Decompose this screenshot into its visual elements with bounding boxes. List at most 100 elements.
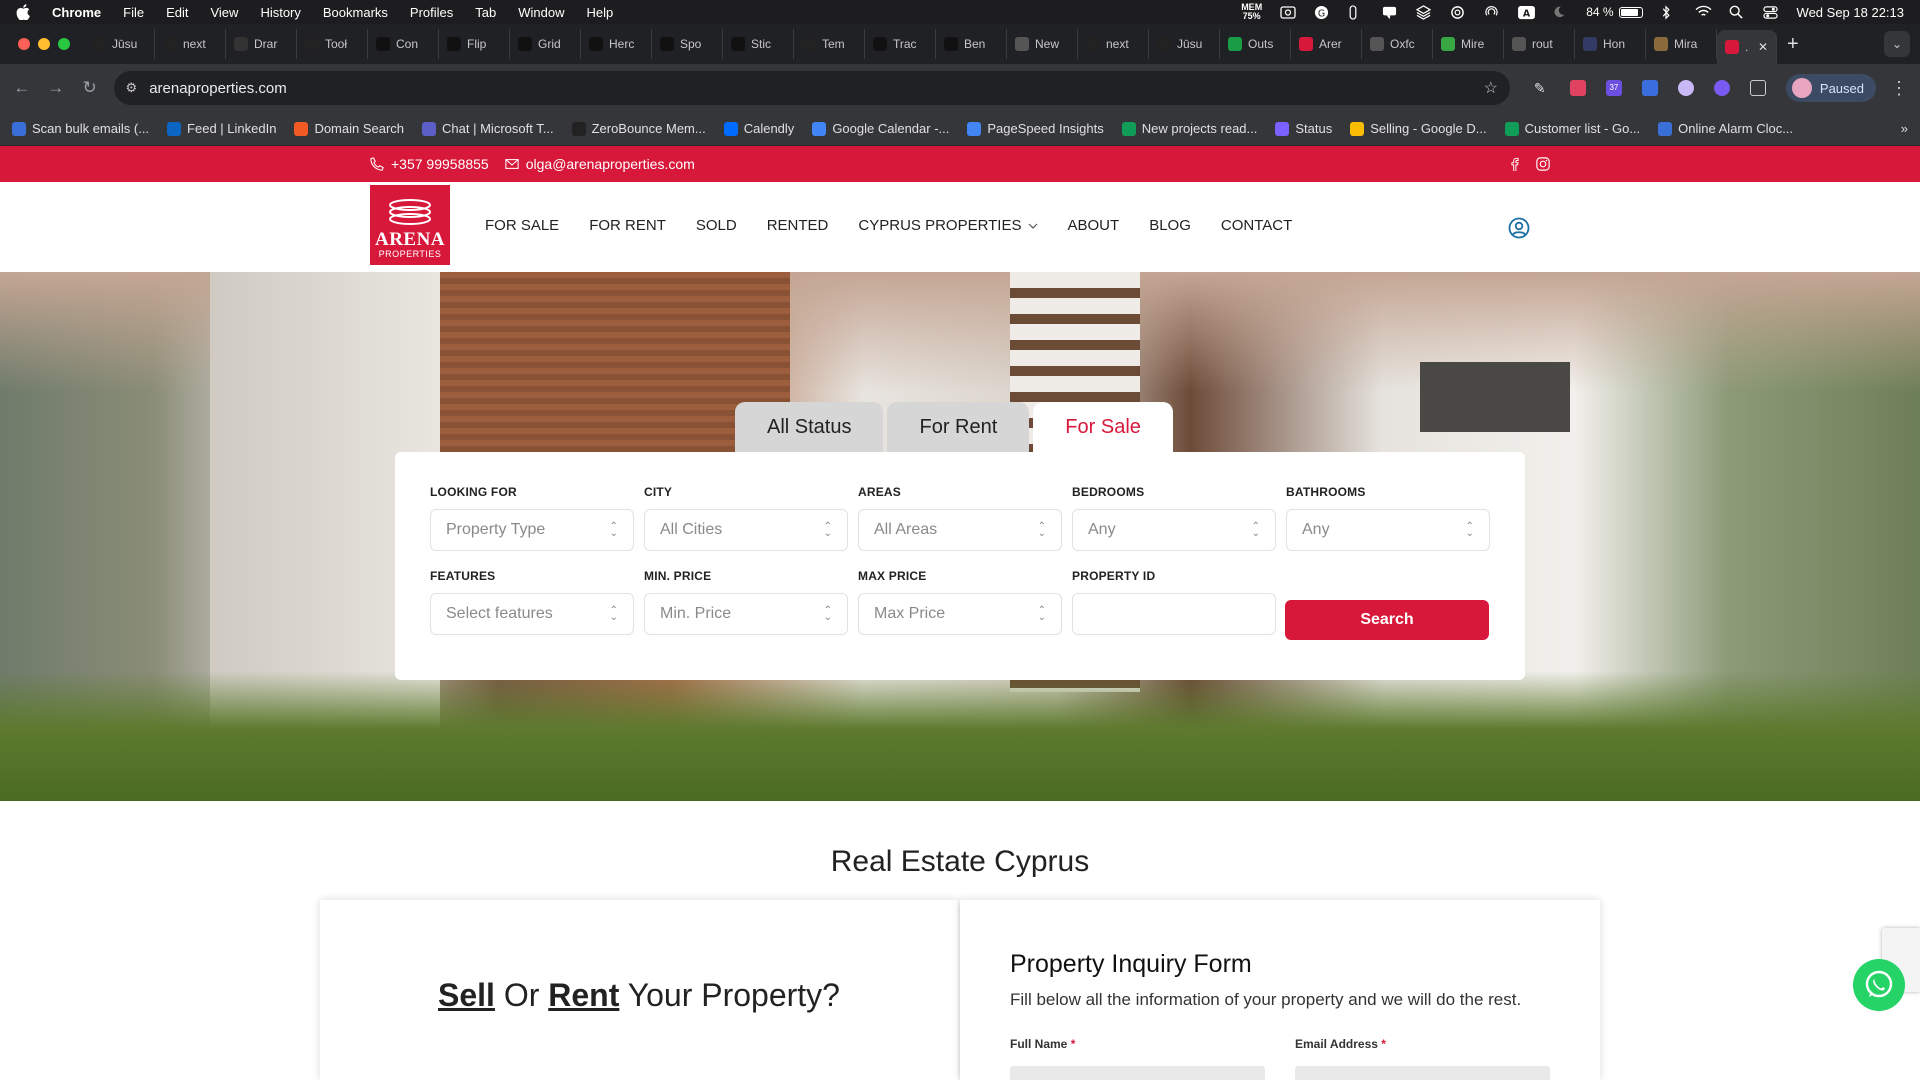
browser-tab[interactable]: Trac bbox=[865, 29, 936, 59]
email-link[interactable]: olga@arenaproperties.com bbox=[505, 156, 695, 172]
bookmarks-overflow-button[interactable]: » bbox=[1901, 121, 1908, 136]
zoom-window-button[interactable] bbox=[58, 38, 70, 50]
browser-tab[interactable]: Spo bbox=[652, 29, 723, 59]
browser-tab[interactable]: Drar bbox=[226, 29, 297, 59]
app-name[interactable]: Chrome bbox=[52, 5, 101, 20]
reload-button[interactable]: ↻ bbox=[80, 78, 100, 98]
browser-tab[interactable]: rout bbox=[1504, 29, 1575, 59]
tab-for-rent[interactable]: For Rent bbox=[887, 402, 1030, 452]
browser-tab[interactable]: Herc bbox=[581, 29, 652, 59]
layers-icon[interactable] bbox=[1415, 5, 1432, 20]
browser-tab[interactable]: Oxfc bbox=[1362, 29, 1433, 59]
browser-tab[interactable]: Tooł bbox=[297, 29, 368, 59]
close-tab-icon[interactable]: ✕ bbox=[1758, 40, 1768, 54]
email-address-input[interactable] bbox=[1295, 1066, 1550, 1080]
browser-tab[interactable]: Outs bbox=[1220, 29, 1291, 59]
extension-chat-icon[interactable] bbox=[1713, 80, 1730, 96]
menu-tab[interactable]: Tab bbox=[475, 5, 496, 20]
nav-for-rent[interactable]: FOR RENT bbox=[589, 217, 666, 234]
search-icon[interactable] bbox=[1729, 5, 1745, 19]
bathrooms-select[interactable]: Any ⌃ ⌄ bbox=[1286, 509, 1490, 551]
sell-link[interactable]: Sell bbox=[438, 977, 495, 1013]
nav-blog[interactable]: BLOG bbox=[1149, 217, 1191, 234]
wifi-icon[interactable] bbox=[1695, 5, 1712, 19]
openai-icon[interactable] bbox=[1450, 5, 1466, 19]
forward-button[interactable]: → bbox=[46, 78, 66, 98]
close-window-button[interactable] bbox=[18, 38, 30, 50]
min-price-select[interactable]: Min. Price ⌃ ⌄ bbox=[644, 593, 848, 635]
areas-select[interactable]: All Areas ⌃ ⌄ bbox=[858, 509, 1062, 551]
browser-tab[interactable]: Con bbox=[368, 29, 439, 59]
chat-bubble-icon[interactable] bbox=[1382, 5, 1398, 20]
keyboard-input-icon[interactable]: A bbox=[1518, 5, 1536, 19]
nav-about[interactable]: ABOUT bbox=[1068, 217, 1120, 234]
bookmark-item[interactable]: Chat | Microsoft T... bbox=[422, 121, 554, 136]
user-account-icon[interactable] bbox=[1508, 217, 1530, 239]
instagram-icon[interactable] bbox=[1536, 157, 1550, 171]
menu-window[interactable]: Window bbox=[518, 5, 564, 20]
browser-tab[interactable]: Stic bbox=[723, 29, 794, 59]
features-select[interactable]: Select features ⌃ ⌄ bbox=[430, 593, 634, 635]
bookmark-item[interactable]: PageSpeed Insights bbox=[967, 121, 1104, 136]
browser-tab[interactable]: Grid bbox=[510, 29, 581, 59]
nav-sold[interactable]: SOLD bbox=[696, 217, 737, 234]
arena-logo[interactable]: ARENA PROPERTIES bbox=[370, 185, 450, 265]
city-select[interactable]: All Cities ⌃ ⌄ bbox=[644, 509, 848, 551]
whatsapp-button[interactable] bbox=[1853, 959, 1905, 1011]
airdrop-icon[interactable] bbox=[1484, 5, 1500, 19]
clock[interactable]: Wed Sep 18 22:13 bbox=[1797, 5, 1904, 20]
menu-file[interactable]: File bbox=[123, 5, 144, 20]
tab-active[interactable]: . ✕ bbox=[1717, 30, 1777, 64]
bookmark-item[interactable]: Status bbox=[1275, 121, 1332, 136]
property-type-select[interactable]: Property Type ⌃ ⌄ bbox=[430, 509, 634, 551]
browser-tab[interactable]: Jūsu bbox=[1149, 29, 1220, 59]
browser-tab[interactable]: next bbox=[155, 29, 226, 59]
battery-indicator[interactable]: 84 % bbox=[1586, 5, 1643, 19]
memory-indicator[interactable]: MEM 75% bbox=[1241, 3, 1262, 21]
nav-cyprus-properties[interactable]: CYPRUS PROPERTIES bbox=[858, 217, 1037, 234]
extensions-puzzle-icon[interactable] bbox=[1749, 80, 1766, 96]
new-tab-button[interactable]: + bbox=[1787, 33, 1799, 56]
pen-icon[interactable]: ✎ bbox=[1534, 80, 1550, 96]
apple-icon[interactable] bbox=[16, 4, 30, 21]
browser-tab[interactable]: Mire bbox=[1433, 29, 1504, 59]
menu-history[interactable]: History bbox=[260, 5, 300, 20]
nav-rented[interactable]: RENTED bbox=[767, 217, 829, 234]
menu-edit[interactable]: Edit bbox=[166, 5, 188, 20]
extension-red-icon[interactable] bbox=[1569, 80, 1586, 96]
menu-view[interactable]: View bbox=[210, 5, 238, 20]
profile-button[interactable]: Paused bbox=[1785, 74, 1876, 102]
bookmark-item[interactable]: Domain Search bbox=[294, 121, 404, 136]
tab-for-sale[interactable]: For Sale bbox=[1033, 402, 1173, 452]
rent-link[interactable]: Rent bbox=[548, 977, 619, 1013]
menu-help[interactable]: Help bbox=[587, 5, 614, 20]
browser-menu-icon[interactable]: ⋮ bbox=[1890, 78, 1908, 99]
bookmark-item[interactable]: New projects read... bbox=[1121, 121, 1257, 136]
back-button[interactable]: ← bbox=[12, 78, 32, 98]
extension-circle-icon[interactable] bbox=[1677, 80, 1694, 96]
browser-tab[interactable]: next bbox=[1078, 29, 1149, 59]
minimize-window-button[interactable] bbox=[38, 38, 50, 50]
bookmark-item[interactable]: Scan bulk emails (... bbox=[12, 121, 149, 136]
bookmark-item[interactable]: Calendly bbox=[723, 121, 794, 136]
browser-tab[interactable]: Flip bbox=[439, 29, 510, 59]
full-name-input[interactable] bbox=[1010, 1066, 1265, 1080]
browser-tab[interactable]: New bbox=[1007, 29, 1078, 59]
browser-tab[interactable]: Mira bbox=[1646, 29, 1717, 59]
extension-blue-icon[interactable] bbox=[1641, 80, 1658, 96]
nav-for-sale[interactable]: FOR SALE bbox=[485, 217, 559, 234]
screenshot-icon[interactable] bbox=[1280, 5, 1296, 19]
address-bar[interactable]: ⚙ arenaproperties.com ☆ bbox=[113, 71, 1510, 105]
paperclip-icon[interactable] bbox=[1348, 5, 1364, 20]
bookmark-item[interactable]: ZeroBounce Mem... bbox=[571, 121, 706, 136]
browser-tab[interactable]: Tem bbox=[794, 29, 865, 59]
property-id-input[interactable] bbox=[1072, 593, 1276, 635]
bookmark-item[interactable]: Selling - Google D... bbox=[1350, 121, 1487, 136]
bookmark-star-icon[interactable]: ☆ bbox=[1484, 78, 1498, 98]
max-price-select[interactable]: Max Price ⌃ ⌄ bbox=[858, 593, 1062, 635]
bookmark-item[interactable]: Online Alarm Cloc... bbox=[1658, 121, 1793, 136]
bookmark-item[interactable]: Google Calendar -... bbox=[812, 121, 949, 136]
grammarly-icon[interactable]: G bbox=[1314, 5, 1330, 19]
browser-tab[interactable]: Ben bbox=[936, 29, 1007, 59]
menu-bookmarks[interactable]: Bookmarks bbox=[323, 5, 388, 20]
